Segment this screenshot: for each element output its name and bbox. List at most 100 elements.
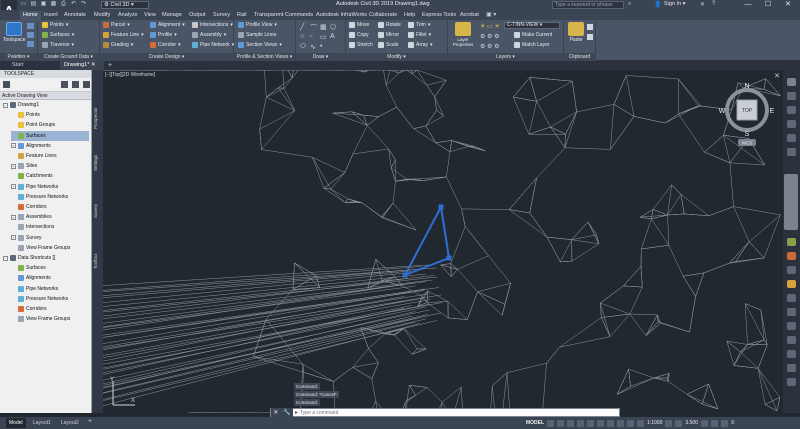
tree-item[interactable]: + Alignments [11, 141, 89, 151]
ellipse-icon[interactable]: ⬭ [300, 43, 306, 51]
close-icon[interactable]: ✕ [91, 62, 96, 68]
tree-item[interactable]: Feature Lines [11, 151, 89, 161]
copy-button[interactable]: Copy [349, 32, 369, 38]
nav-icon[interactable] [787, 336, 796, 344]
nav-icon[interactable] [787, 378, 796, 386]
isolate-icon[interactable] [700, 419, 708, 427]
new-icon[interactable]: ▭ [20, 1, 27, 8]
panel-title-draw[interactable]: Draw ▾ [296, 53, 345, 61]
grip-handle[interactable] [402, 272, 408, 278]
surfaces-button[interactable]: Surfaces ▾ [42, 32, 74, 38]
grid-icon[interactable] [547, 419, 555, 427]
tab-autodesk-infraworks[interactable]: Autodesk InfraWorks [316, 11, 367, 20]
line-icon[interactable]: ╱ [300, 23, 304, 31]
tab-acrobat[interactable]: Acrobat [460, 11, 479, 20]
polyline-icon[interactable]: ⌒ [310, 23, 317, 33]
expand-toggle-icon[interactable]: + [11, 143, 16, 149]
tree-item[interactable]: View Frame Groups [11, 243, 89, 253]
tree-item[interactable]: Catchments [11, 171, 89, 181]
tab-modify[interactable]: Modify [94, 11, 110, 20]
toolspace-refresh-icon[interactable] [72, 81, 79, 88]
nav-icon[interactable] [787, 106, 796, 114]
tab-insert[interactable]: Insert [44, 11, 58, 20]
tab-help[interactable]: Help [404, 11, 415, 20]
close-icon[interactable]: ✕ [774, 72, 780, 80]
rotate-button[interactable]: Rotate [378, 22, 401, 28]
nav-icon[interactable] [787, 280, 796, 288]
redo-icon[interactable]: ↷ [80, 1, 87, 8]
clean-screen-icon[interactable] [720, 419, 728, 427]
traverse-button[interactable]: Traverse ▾ [42, 42, 74, 48]
layout-tab-layout1[interactable]: Layout1 [30, 418, 54, 428]
tree-item[interactable]: Surfaces [11, 130, 89, 141]
nav-icon[interactable] [787, 294, 796, 302]
help-icon[interactable]: ? [712, 1, 715, 7]
otrack-icon[interactable] [597, 419, 605, 427]
match-layer-button[interactable]: Match Layer [514, 42, 550, 48]
tree-item[interactable]: Pressure Networks [11, 294, 89, 304]
tree-item[interactable]: − Drawing1 [3, 100, 89, 110]
nav-icon[interactable] [787, 252, 796, 260]
tab-rail[interactable]: Rail [237, 11, 246, 20]
nav-icon[interactable] [787, 78, 796, 86]
maximize-button[interactable]: ☐ [758, 0, 778, 10]
ortho-icon[interactable] [567, 419, 575, 427]
vtab-settings[interactable]: Settings [93, 148, 102, 178]
layout-tab-model[interactable]: Model [6, 418, 26, 428]
mirror-button[interactable]: Mirror [378, 32, 399, 38]
stretch-button[interactable]: Stretch [349, 42, 373, 48]
scale-button[interactable]: Scale [378, 42, 399, 48]
toolspace-view-selector[interactable]: Active Drawing View [0, 92, 91, 100]
expand-toggle-icon[interactable]: + [11, 214, 16, 220]
spline-icon[interactable]: ∿ [310, 43, 316, 51]
arc-icon[interactable]: ◜ [310, 33, 313, 41]
nav-icon[interactable] [787, 364, 796, 372]
annotation-scale[interactable]: 1:1000 [647, 420, 662, 426]
profile-button[interactable]: Profile ▾ [150, 32, 177, 38]
file-tab-drawing1[interactable]: Drawing1* ✕ [60, 61, 104, 70]
tree-item[interactable]: Surfaces [11, 263, 89, 273]
vtab-toolbox[interactable]: Toolbox [93, 246, 102, 276]
pipe-network-button[interactable]: Pipe Network ▾ [192, 42, 234, 48]
palette-icon[interactable] [27, 23, 34, 29]
intersections-button[interactable]: Intersections ▾ [192, 22, 233, 28]
polygon-icon[interactable]: ⬠ [330, 23, 336, 31]
tree-item[interactable]: − Data Shortcuts [] [3, 253, 89, 263]
vtab-prospector[interactable]: Prospector [93, 98, 102, 138]
workspace-selector[interactable]: ⚙ Civil 3D ▾ [101, 1, 149, 9]
nav-icon[interactable] [787, 322, 796, 330]
expand-toggle-icon[interactable]: + [11, 184, 16, 190]
tin-surface-mesh[interactable] [103, 70, 783, 413]
nav-icon[interactable] [787, 350, 796, 358]
panel-title-palettes[interactable]: Palettes ▾ [0, 53, 37, 61]
tab-view[interactable]: View [144, 11, 156, 20]
circle-icon[interactable]: ○ [300, 33, 304, 40]
viewcube-north[interactable]: N [744, 83, 749, 90]
save-as-icon[interactable]: ▦ [50, 1, 57, 8]
file-tab-start[interactable]: Start [8, 61, 58, 70]
cut-icon[interactable] [587, 24, 593, 30]
add-layout-icon[interactable]: + [88, 418, 92, 425]
tree-item[interactable]: Intersections [11, 222, 89, 232]
search-input[interactable]: Type a keyword or phrase [552, 1, 624, 9]
tab-analyze[interactable]: Analyze [118, 11, 138, 20]
new-tab-icon[interactable]: + [108, 62, 112, 69]
corridor-button[interactable]: Corridor ▾ [150, 42, 181, 48]
tree-item[interactable]: + Sites [11, 161, 89, 171]
tab-manage[interactable]: Manage [162, 11, 182, 20]
layer-dropdown[interactable]: C-TINN-VIEW ▾ [504, 22, 560, 29]
rectangle-icon[interactable]: ▭ [320, 33, 327, 41]
tree-item[interactable]: + Survey [11, 233, 89, 243]
panel-title-create-design[interactable]: Create Design ▾ [100, 53, 233, 61]
close-button[interactable]: ✕ [778, 0, 798, 10]
toolspace-settings-icon[interactable] [3, 81, 10, 88]
tree-item[interactable]: + Assemblies [11, 212, 89, 222]
tree-item[interactable]: View Frame Groups [11, 314, 89, 324]
viewcube-east[interactable]: E [770, 108, 775, 115]
tab-survey[interactable]: Survey [213, 11, 230, 20]
trim-button[interactable]: Trim ▾ [408, 22, 430, 28]
paste-button[interactable]: Paste [567, 22, 585, 43]
tab-home[interactable]: Home [20, 11, 41, 20]
layer-state-icon[interactable]: ☀ ▭ ☀ [480, 23, 500, 30]
tab-output[interactable]: Output [189, 11, 206, 20]
